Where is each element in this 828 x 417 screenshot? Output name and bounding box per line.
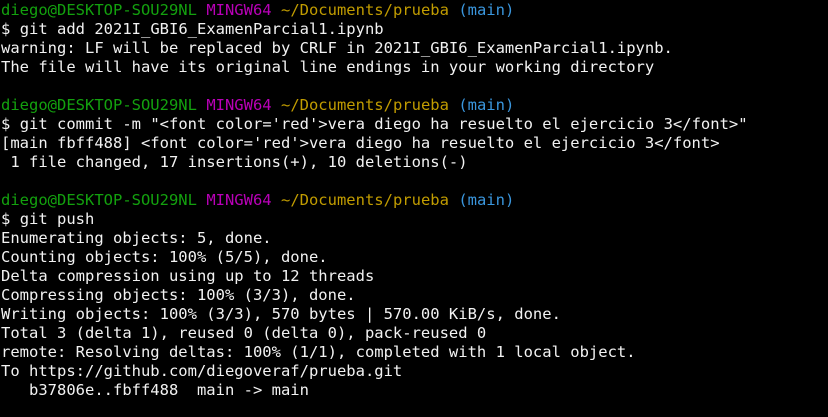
output-line: To https://github.com/diegoveraf/prueba.…: [1, 362, 403, 380]
prompt-symbol: $: [1, 20, 11, 38]
prompt-system: MINGW64: [206, 1, 272, 19]
prompt-branch: (main): [458, 191, 515, 209]
command-text: git add 2021I_GBI6_ExamenParcial1.ipynb: [19, 20, 384, 38]
output-line: Total 3 (delta 1), reused 0 (delta 0), p…: [1, 324, 487, 342]
prompt-path: ~/Documents/prueba: [280, 191, 449, 209]
prompt-user-host: diego@DESKTOP-SOU29NL: [1, 96, 197, 114]
output-line: Writing objects: 100% (3/3), 570 bytes |…: [1, 305, 561, 323]
output-line: The file will have its original line end…: [1, 58, 655, 76]
output-line: remote: Resolving deltas: 100% (1/1), co…: [1, 343, 636, 361]
output-line: [main fbff488] <font color='red'>vera di…: [1, 134, 720, 152]
command-text: git push: [19, 210, 95, 228]
prompt-user-host: diego@DESKTOP-SOU29NL: [1, 1, 197, 19]
command-line: $ git commit -m "<font color='red'>vera …: [1, 115, 828, 134]
prompt-system: MINGW64: [206, 191, 272, 209]
output-line: 1 file changed, 17 insertions(+), 10 del…: [1, 153, 468, 171]
command-line: $ git push: [1, 210, 828, 229]
prompt-path: ~/Documents/prueba: [280, 1, 449, 19]
terminal-window[interactable]: diego@DESKTOP-SOU29NL MINGW64 ~/Document…: [0, 0, 828, 417]
output-line: Compressing objects: 100% (3/3), done.: [1, 286, 356, 304]
command-line: $ git add 2021I_GBI6_ExamenParcial1.ipyn…: [1, 20, 828, 39]
output-line: Enumerating objects: 5, done.: [1, 229, 272, 247]
prompt-line: diego@DESKTOP-SOU29NL MINGW64 ~/Document…: [1, 96, 828, 115]
output-line: b37806e..fbff488 main -> main: [1, 381, 309, 399]
output-line: Delta compression using up to 12 threads: [1, 267, 375, 285]
command-text: git commit -m "<font color='red'>vera di…: [19, 115, 748, 133]
prompt-branch: (main): [458, 96, 515, 114]
prompt-symbol: $: [1, 115, 11, 133]
output-line: Counting objects: 100% (5/5), done.: [1, 248, 328, 266]
prompt-line: diego@DESKTOP-SOU29NL MINGW64 ~/Document…: [1, 191, 828, 210]
prompt-system: MINGW64: [206, 96, 272, 114]
prompt-line: diego@DESKTOP-SOU29NL MINGW64 ~/Document…: [1, 1, 828, 20]
prompt-symbol: $: [1, 210, 11, 228]
prompt-user-host: diego@DESKTOP-SOU29NL: [1, 191, 197, 209]
output-line: warning: LF will be replaced by CRLF in …: [1, 39, 673, 57]
prompt-path: ~/Documents/prueba: [280, 96, 449, 114]
prompt-branch: (main): [458, 1, 515, 19]
